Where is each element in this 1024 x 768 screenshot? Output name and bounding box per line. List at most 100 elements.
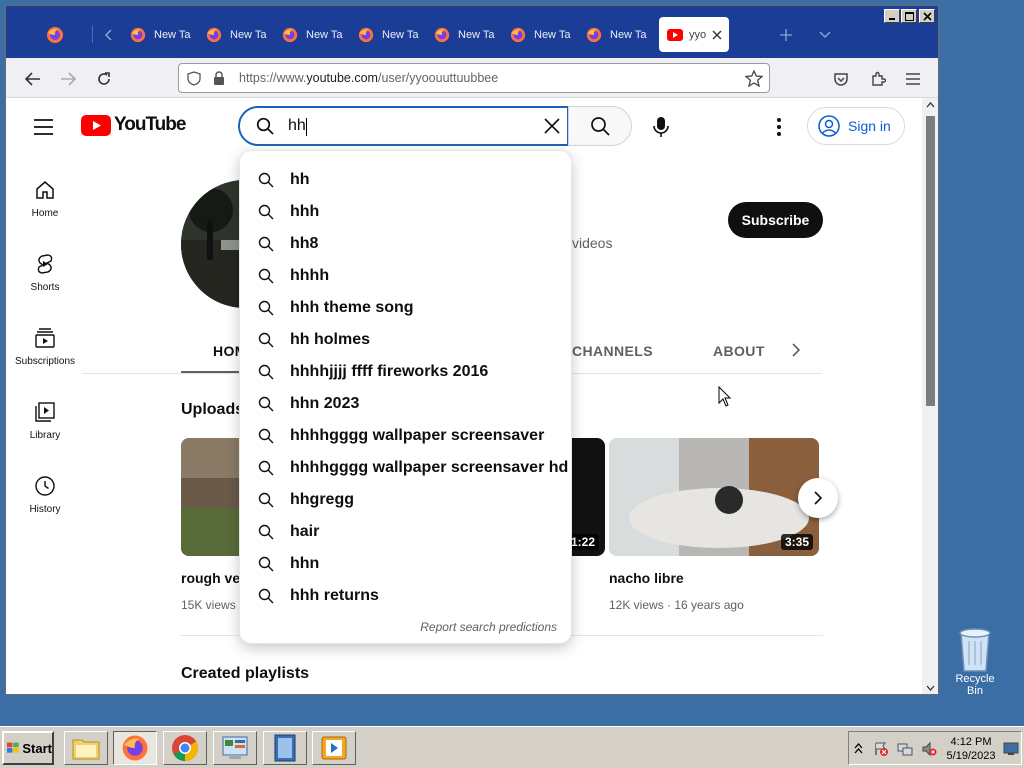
taskbar-file-explorer[interactable] [64, 731, 108, 765]
tab[interactable]: New Ta [434, 17, 504, 52]
video-title[interactable]: rough ver [181, 570, 246, 586]
suggestion-item[interactable]: hhhhjjjj ffff fireworks 2016 [240, 356, 571, 388]
suggestion-item[interactable]: hhhh [240, 260, 571, 292]
search-input[interactable]: hh [238, 106, 569, 146]
security-alert-icon[interactable] [873, 741, 889, 757]
tab[interactable]: New Ta [510, 17, 580, 52]
tab-active[interactable]: yyo [659, 17, 729, 52]
start-button[interactable]: Start [2, 731, 54, 765]
subscribe-button[interactable]: Subscribe [728, 202, 823, 238]
search-icon [258, 204, 274, 220]
minimize-button[interactable] [884, 9, 900, 23]
show-desktop-icon[interactable] [1003, 742, 1019, 756]
reload-button[interactable] [91, 66, 117, 92]
chevron-right-icon[interactable] [788, 342, 804, 358]
close-icon[interactable] [712, 30, 722, 40]
taskbar-media-player[interactable] [312, 731, 356, 765]
tab[interactable]: New Ta [206, 17, 276, 52]
volume-muted-icon[interactable] [921, 741, 937, 757]
guide-item-subscriptions[interactable]: Subscriptions [10, 326, 80, 367]
shelf-next-button[interactable] [798, 478, 838, 518]
page-scrollbar[interactable] [922, 98, 938, 694]
suggestion-item[interactable]: hhn [240, 548, 571, 580]
settings-menu-button[interactable] [764, 110, 794, 144]
list-all-tabs-button[interactable] [814, 17, 836, 52]
extensions-button[interactable] [865, 66, 891, 92]
guide-item-label: Home [31, 208, 59, 219]
taskbar-firefox[interactable] [113, 731, 157, 765]
reload-icon [98, 72, 110, 85]
app-menu-button[interactable] [900, 66, 926, 92]
guide-item-shorts[interactable]: Shorts [10, 252, 80, 293]
pocket-button[interactable] [828, 66, 854, 92]
taskbar-control-panel[interactable] [213, 731, 257, 765]
video-title[interactable]: nacho libre [609, 570, 684, 586]
firefox-view-button[interactable] [46, 17, 76, 52]
video-thumbnail[interactable]: 3:35 [609, 438, 819, 556]
tab[interactable]: New Ta [282, 17, 352, 52]
taskbar-chrome[interactable] [163, 731, 207, 765]
guide-menu-button[interactable] [33, 118, 55, 136]
suggestion-item[interactable]: hhhhgggg wallpaper screensaver hd [240, 452, 571, 484]
voice-search-button[interactable] [644, 110, 678, 144]
microphone-icon [653, 117, 669, 137]
suggestion-item[interactable]: hhh [240, 196, 571, 228]
youtube-logo[interactable]: YouTube [81, 114, 186, 136]
network-icon[interactable] [897, 741, 913, 757]
arrow-right-icon [61, 72, 76, 86]
sign-in-button[interactable]: Sign in [807, 107, 905, 145]
tab-label: New Ta [458, 28, 495, 41]
tab-channels[interactable]: CHANNELS [572, 343, 653, 359]
suggestion-item[interactable]: hhh returns [240, 580, 571, 612]
guide-item-library[interactable]: Library [10, 400, 80, 441]
back-button[interactable] [20, 66, 46, 92]
new-tab-button[interactable] [774, 17, 798, 52]
guide-item-label: Shorts [30, 282, 60, 293]
show-hidden-icons-icon[interactable] [854, 742, 863, 754]
library-icon [35, 402, 55, 422]
clock[interactable]: 4:12 PM 5/19/2023 [943, 735, 999, 763]
scrollbar-thumb[interactable] [926, 116, 935, 406]
system-tray: 4:12 PM 5/19/2023 [848, 731, 1022, 765]
url-bar[interactable]: https://www.youtube.com/user/yyoouuttuub… [178, 63, 770, 93]
guide-item-history[interactable]: History [10, 474, 80, 515]
suggestion-item[interactable]: hhhhgggg wallpaper screensaver [240, 420, 571, 452]
maximize-button[interactable] [901, 9, 917, 23]
tab-label: New Ta [534, 28, 571, 41]
recycle-bin-shortcut[interactable]: Recycle Bin [946, 625, 1004, 697]
search-button[interactable] [568, 106, 632, 146]
tab-about[interactable]: ABOUT [713, 343, 765, 359]
forward-button[interactable] [55, 66, 81, 92]
tab-label: New Ta [154, 28, 191, 41]
tab[interactable]: New Ta [358, 17, 428, 52]
suggestion-item[interactable]: hh8 [240, 228, 571, 260]
suggestion-item[interactable]: hh [240, 164, 571, 196]
search-icon [258, 556, 274, 572]
suggestion-item[interactable]: hhgregg [240, 484, 571, 516]
search-icon [258, 524, 274, 540]
guide-item-home[interactable]: Home [10, 178, 80, 219]
navigation-toolbar: https://www.youtube.com/user/yyoouuttuub… [6, 58, 938, 98]
report-search-predictions-link[interactable]: Report search predictions [420, 620, 557, 634]
search-icon [258, 300, 274, 316]
tab-scroll-left-button[interactable] [98, 17, 120, 52]
search-icon [258, 396, 274, 412]
suggestion-item[interactable]: hair [240, 516, 571, 548]
subscriptions-icon [35, 328, 55, 348]
tab[interactable]: New Ta [586, 17, 656, 52]
search-icon [258, 492, 274, 508]
video-meta: 12K views · 16 years ago [609, 598, 744, 612]
tab-label: New Ta [610, 28, 647, 41]
close-window-button[interactable] [919, 9, 935, 23]
firefox-icon [122, 735, 148, 761]
star-icon[interactable] [745, 70, 763, 87]
suggestion-item[interactable]: hhh theme song [240, 292, 571, 324]
suggestion-item[interactable]: hh holmes [240, 324, 571, 356]
tab[interactable]: New Ta [130, 17, 200, 52]
chrome-icon [172, 735, 199, 762]
taskbar-media-app[interactable] [263, 731, 307, 765]
suggestion-item[interactable]: hhn 2023 [240, 388, 571, 420]
plus-icon [780, 28, 792, 41]
clear-search-icon[interactable] [543, 117, 561, 135]
folder-icon [72, 739, 100, 760]
